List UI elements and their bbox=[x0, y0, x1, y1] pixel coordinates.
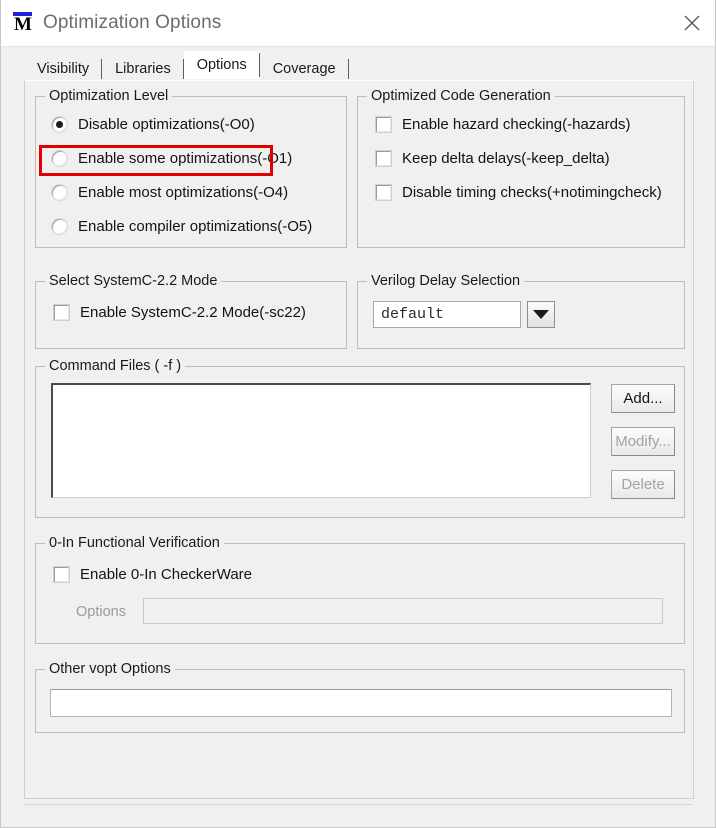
other-vopt-options-group: Other vopt Options bbox=[35, 661, 685, 733]
tab-coverage-label: Coverage bbox=[272, 61, 336, 77]
radio-enable-some-optimizations-label: Enable some optimizations(-O1) bbox=[78, 150, 293, 167]
checkbox-disable-timing-checks-indicator[interactable] bbox=[376, 185, 391, 200]
tab-options[interactable]: Options bbox=[183, 51, 260, 79]
dialog-body: Visibility Libraries Options Coverage ≪ … bbox=[1, 47, 715, 827]
add-button-label: Add... bbox=[623, 390, 663, 407]
tab-list: Visibility Libraries Options Coverage bbox=[24, 51, 349, 81]
checkbox-enable-systemc-mode-indicator[interactable] bbox=[54, 305, 69, 320]
checkbox-disable-timing-checks[interactable]: Disable timing checks(+notimingcheck) bbox=[376, 184, 662, 201]
zero-in-options-label: Options bbox=[76, 604, 126, 620]
tab-strip: Visibility Libraries Options Coverage bbox=[1, 47, 715, 81]
checkbox-disable-timing-checks-label: Disable timing checks(+notimingcheck) bbox=[402, 184, 662, 201]
radio-disable-optimizations-indicator[interactable] bbox=[52, 117, 67, 132]
radio-enable-most-optimizations-indicator[interactable] bbox=[52, 185, 67, 200]
tab-libraries-label: Libraries bbox=[115, 61, 171, 77]
checkbox-enable-systemc-mode[interactable]: Enable SystemC-2.2 Mode(-sc22) bbox=[54, 304, 306, 321]
optimization-options-dialog: M Optimization Options Visibility Librar… bbox=[0, 0, 716, 828]
checkbox-enable-hazard-checking[interactable]: Enable hazard checking(-hazards) bbox=[376, 116, 630, 133]
optimized-code-generation-group: Optimized Code Generation Enable hazard … bbox=[357, 88, 685, 248]
checkbox-keep-delta-delays-label: Keep delta delays(-keep_delta) bbox=[402, 150, 610, 167]
checkbox-enable-0in-checkerware[interactable]: Enable 0-In CheckerWare bbox=[54, 566, 252, 583]
modelsim-m-icon: M bbox=[11, 11, 35, 35]
verilog-delay-combobox[interactable]: default bbox=[373, 301, 555, 328]
other-vopt-options-input[interactable] bbox=[50, 689, 672, 717]
delete-button[interactable]: Delete bbox=[611, 470, 675, 499]
checkbox-keep-delta-delays[interactable]: Keep delta delays(-keep_delta) bbox=[376, 150, 610, 167]
tab-options-label: Options bbox=[196, 57, 247, 73]
radio-disable-optimizations-label: Disable optimizations(-O0) bbox=[78, 116, 255, 133]
title-bar: M Optimization Options bbox=[1, 0, 715, 47]
radio-enable-compiler-optimizations-indicator[interactable] bbox=[52, 219, 67, 234]
modify-button[interactable]: Modify... bbox=[611, 427, 675, 456]
window-title: Optimization Options bbox=[43, 12, 222, 33]
options-tab-panel: Optimization Level Disable optimizations… bbox=[24, 80, 694, 799]
radio-enable-compiler-optimizations[interactable]: Enable compiler optimizations(-O5) bbox=[52, 218, 312, 235]
command-files-title: Command Files ( -f ) bbox=[45, 358, 186, 374]
checkbox-enable-0in-checkerware-indicator[interactable] bbox=[54, 567, 69, 582]
verilog-delay-selection-title: Verilog Delay Selection bbox=[367, 273, 525, 289]
checkbox-enable-systemc-mode-label: Enable SystemC-2.2 Mode(-sc22) bbox=[80, 304, 306, 321]
zero-in-title: 0-In Functional Verification bbox=[45, 535, 224, 551]
add-button[interactable]: Add... bbox=[611, 384, 675, 413]
radio-enable-some-optimizations[interactable]: Enable some optimizations(-O1) bbox=[52, 150, 292, 167]
radio-enable-compiler-optimizations-label: Enable compiler optimizations(-O5) bbox=[78, 218, 313, 235]
optimized-code-generation-title: Optimized Code Generation bbox=[367, 88, 555, 104]
radio-disable-optimizations[interactable]: Disable optimizations(-O0) bbox=[52, 116, 255, 133]
other-vopt-options-title: Other vopt Options bbox=[45, 661, 175, 677]
modify-button-label: Modify... bbox=[615, 433, 671, 450]
systemc-mode-title: Select SystemC-2.2 Mode bbox=[45, 273, 222, 289]
checkbox-keep-delta-delays-indicator[interactable] bbox=[376, 151, 391, 166]
zero-in-functional-verification-group: 0-In Functional Verification Enable 0-In… bbox=[35, 535, 685, 644]
tab-libraries[interactable]: Libraries bbox=[102, 57, 184, 81]
checkbox-enable-0in-checkerware-label: Enable 0-In CheckerWare bbox=[80, 566, 253, 583]
chevron-down-icon[interactable] bbox=[527, 301, 555, 328]
command-files-group: Command Files ( -f ) Add... Modify... De… bbox=[35, 358, 685, 518]
modelsim-icon-letter: M bbox=[14, 14, 32, 35]
tab-visibility-label: Visibility bbox=[37, 61, 90, 77]
radio-enable-most-optimizations-label: Enable most optimizations(-O4) bbox=[78, 184, 289, 201]
footer-divider bbox=[24, 804, 692, 805]
optimization-level-title: Optimization Level bbox=[45, 88, 173, 104]
checkbox-enable-hazard-checking-indicator[interactable] bbox=[376, 117, 391, 132]
radio-enable-some-optimizations-indicator[interactable] bbox=[52, 151, 67, 166]
verilog-delay-selection-group: Verilog Delay Selection default bbox=[357, 273, 685, 349]
radio-enable-most-optimizations[interactable]: Enable most optimizations(-O4) bbox=[52, 184, 288, 201]
tab-coverage[interactable]: Coverage bbox=[259, 57, 349, 81]
close-icon[interactable] bbox=[669, 0, 715, 46]
command-files-listbox[interactable] bbox=[51, 383, 591, 498]
checkbox-enable-hazard-checking-label: Enable hazard checking(-hazards) bbox=[402, 116, 631, 133]
delete-button-label: Delete bbox=[621, 476, 665, 493]
tab-visibility[interactable]: Visibility bbox=[24, 57, 103, 81]
verilog-delay-combobox-value[interactable]: default bbox=[373, 301, 521, 328]
zero-in-options-input[interactable] bbox=[143, 598, 663, 624]
systemc-mode-group: Select SystemC-2.2 Mode Enable SystemC-2… bbox=[35, 273, 347, 349]
optimization-level-group: Optimization Level Disable optimizations… bbox=[35, 88, 347, 248]
